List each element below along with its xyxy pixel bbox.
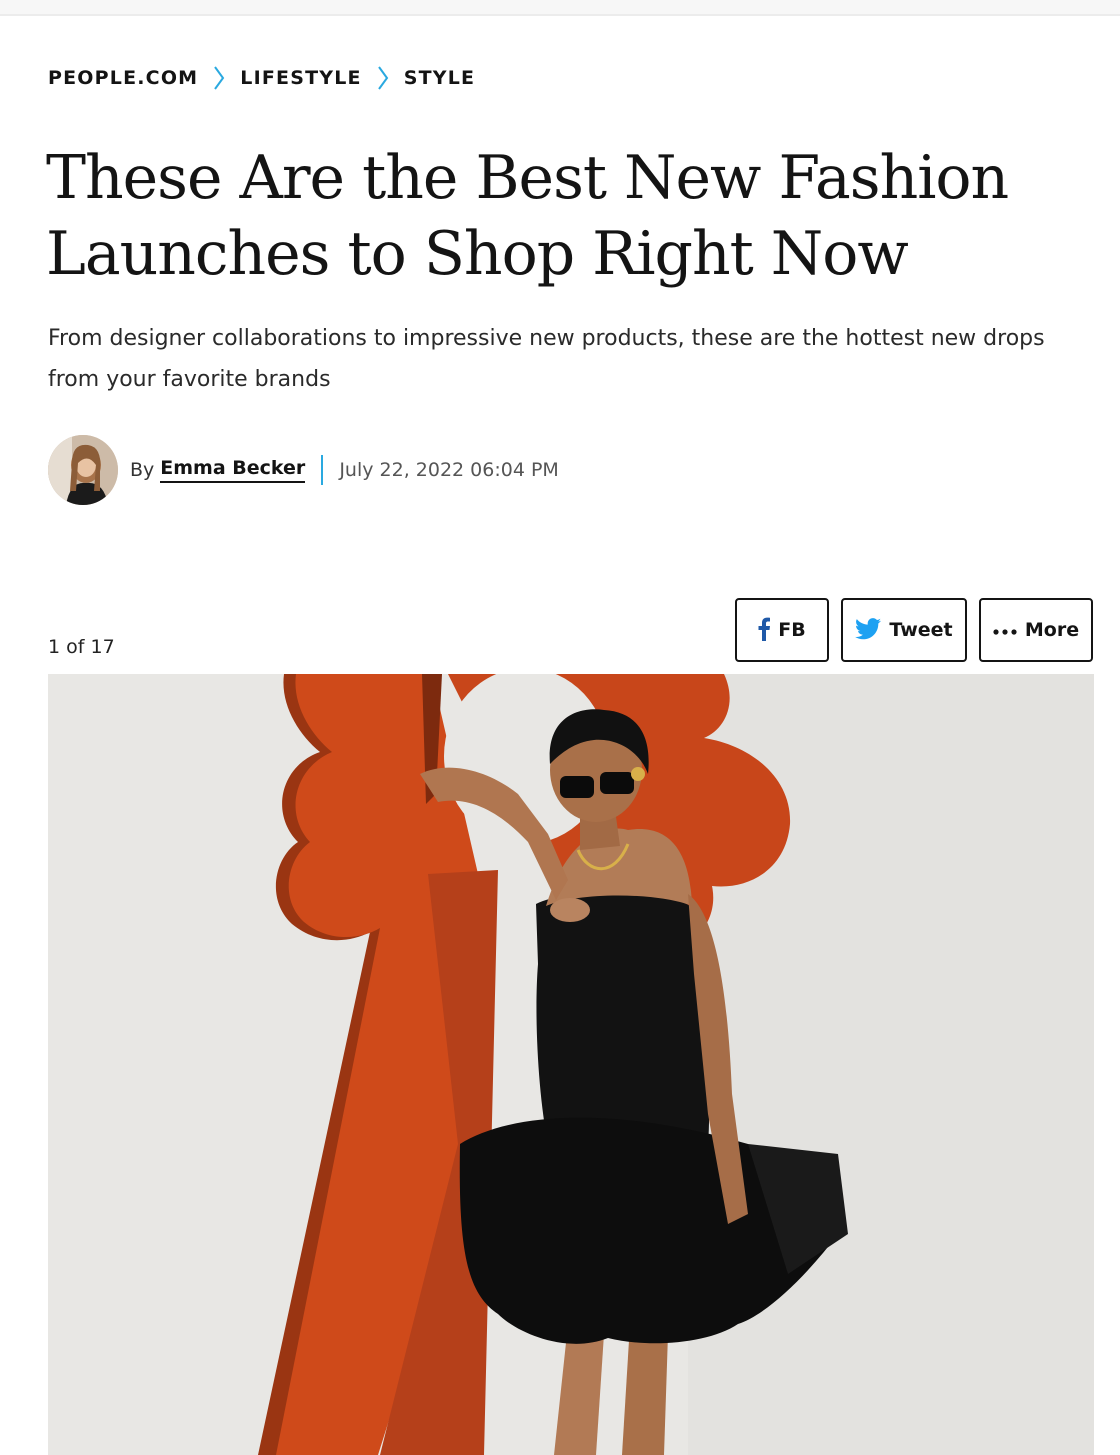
breadcrumb-lifestyle-link[interactable]: LIFESTYLE xyxy=(240,67,361,89)
breadcrumb-style-link[interactable]: STYLE xyxy=(404,67,476,89)
top-bar xyxy=(0,0,1120,16)
gallery-hero-image[interactable] xyxy=(48,674,1094,1455)
chevron-right-icon xyxy=(362,66,404,90)
tweet-label: Tweet xyxy=(889,619,953,641)
byline-by-label: By xyxy=(130,459,155,481)
tweet-button[interactable]: Tweet xyxy=(841,598,967,662)
gallery-counter: 1 of 17 xyxy=(48,636,115,658)
author-avatar[interactable] xyxy=(48,435,118,505)
more-share-button[interactable]: More xyxy=(979,598,1093,662)
chevron-right-icon xyxy=(198,66,240,90)
twitter-bird-icon xyxy=(855,617,882,643)
facebook-share-button[interactable]: FB xyxy=(735,598,829,662)
facebook-share-label: FB xyxy=(778,619,806,641)
facebook-icon xyxy=(758,617,771,644)
article-dek: From designer collaborations to impressi… xyxy=(48,326,1045,392)
more-share-label: More xyxy=(1024,619,1080,641)
publish-date: July 22, 2022 06:04 PM xyxy=(339,459,559,481)
article-headline: These Are the Best New Fashion Launches … xyxy=(46,143,1009,289)
breadcrumb-people-link[interactable]: PEOPLE.COM xyxy=(48,67,198,89)
byline-divider xyxy=(321,455,324,485)
byline: By Emma Becker July 22, 2022 06:04 PM xyxy=(48,434,559,506)
ellipsis-icon xyxy=(993,623,1017,638)
share-buttons: FB Tweet More xyxy=(735,598,1093,662)
author-link[interactable]: Emma Becker xyxy=(160,457,306,483)
breadcrumb: PEOPLE.COM LIFESTYLE STYLE xyxy=(48,66,475,90)
